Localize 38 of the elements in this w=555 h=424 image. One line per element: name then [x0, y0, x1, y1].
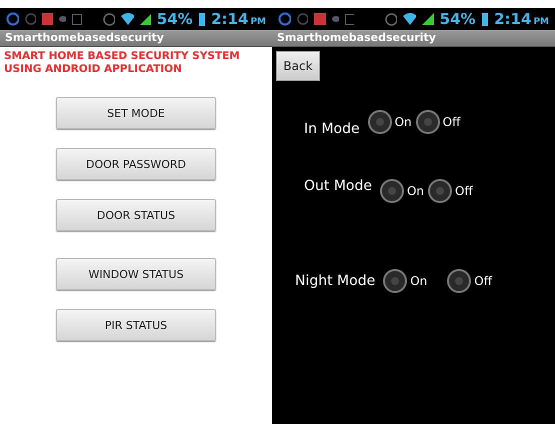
radio-button[interactable]: [380, 179, 404, 203]
app-icon: [42, 13, 53, 25]
back-button[interactable]: Back: [276, 51, 320, 81]
radio-button[interactable]: [428, 179, 452, 203]
radio-label: On: [406, 184, 424, 198]
signal-icon: [140, 13, 151, 25]
app-title-bar: Smarthomebasedsecurity: [0, 30, 272, 47]
mode-label: In Mode: [304, 121, 360, 137]
clock-ampm: PM: [533, 17, 549, 27]
radio-button[interactable]: [368, 110, 392, 134]
wifi-icon: [403, 13, 416, 25]
battery-icon: [482, 12, 488, 26]
mode-label: Out Mode: [304, 178, 372, 194]
wifi-icon: [120, 13, 134, 25]
battery-icon: [198, 12, 206, 26]
battery-percent: 54%: [440, 10, 476, 28]
radio-button[interactable]: [447, 269, 472, 293]
mode-label: Night Mode: [295, 273, 376, 289]
radio-label: Off: [455, 184, 473, 198]
signal-icon: [422, 13, 434, 25]
app-icon: [314, 13, 326, 25]
radio-label: On: [410, 274, 428, 288]
radio-label: Off: [474, 274, 492, 288]
menu-button[interactable]: PIR STATUS: [56, 309, 216, 341]
clock-time: 2:14: [211, 10, 248, 28]
radio-button[interactable]: [416, 110, 440, 134]
app-heading: SMART HOME BASED SECURITY SYSTEM USING ANDROID APPLICATION: [3, 49, 241, 77]
radio-button[interactable]: [383, 269, 408, 293]
battery-percent: 54%: [156, 10, 193, 28]
app-title-bar: Smarthomebasedsecurity: [272, 30, 555, 47]
menu-button[interactable]: DOOR PASSWORD: [56, 148, 216, 180]
menu-button[interactable]: DOOR STATUS: [56, 199, 216, 231]
radio-label: On: [394, 115, 412, 129]
menu-button[interactable]: WINDOW STATUS: [56, 258, 216, 290]
menu-button[interactable]: SET MODE: [56, 97, 216, 129]
clock-ampm: PM: [250, 17, 266, 27]
radio-label: Off: [442, 115, 460, 129]
clock-time: 2:14: [494, 10, 532, 28]
